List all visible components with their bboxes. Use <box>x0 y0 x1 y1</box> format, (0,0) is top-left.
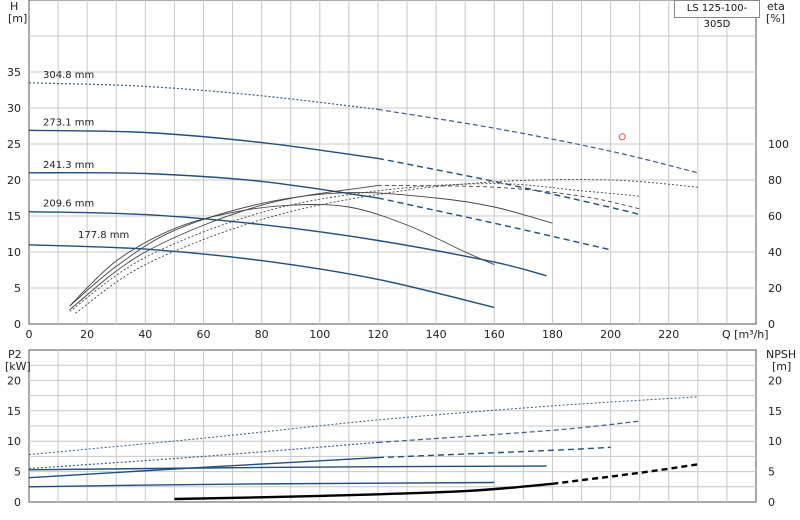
p2-tick-label: 5 <box>14 466 21 479</box>
npsh-axis-unit: [m] <box>772 360 791 373</box>
p2-tick-label: 20 <box>7 374 21 387</box>
npsh-curve-tail <box>552 463 698 485</box>
npsh-tick-label: 0 <box>768 496 775 509</box>
p2-axis-unit: [kW] <box>5 360 31 373</box>
power-curve-tail <box>377 420 640 443</box>
p2-tick-label: 10 <box>7 435 21 448</box>
top-plot: 0 20 40 60 80 100 120 140 160 180 200 2200510152025… <box>7 0 789 341</box>
q-tick-label: 20 <box>80 328 94 341</box>
head-curve <box>28 211 547 277</box>
q-tick-label: 220 <box>658 328 679 341</box>
q-tick-label: 60 <box>196 328 210 341</box>
h-tick-label: 5 <box>14 282 21 295</box>
impeller-diameter-label: 209.6 mm <box>43 199 94 210</box>
p2-tick-label: 15 <box>7 405 21 418</box>
impeller-diameter-label: 241.3 mm <box>43 160 94 171</box>
npsh-tick-label: 10 <box>768 435 782 448</box>
eta-tick-label: 40 <box>768 246 782 259</box>
q-tick-label: 40 <box>138 328 152 341</box>
h-tick-label: 25 <box>7 138 21 151</box>
npsh-tick-label: 15 <box>768 405 782 418</box>
pump-model-label: LS 125-100-305D <box>674 0 760 30</box>
bottom-series <box>28 396 698 501</box>
q-tick-label: 140 <box>426 328 447 341</box>
h-tick-label: 35 <box>7 66 21 79</box>
impeller-diameter-label: 177.8 mm <box>78 230 129 241</box>
q-tick-label: 0 <box>26 328 33 341</box>
p2-tick-label: 0 <box>14 496 21 509</box>
eta-tick-label: 80 <box>768 174 782 187</box>
impeller-diameter-label: 304.8 mm <box>43 70 94 81</box>
h-tick-label: 10 <box>7 246 21 259</box>
eta-tick-label: 0 <box>768 318 775 331</box>
eta-axis-unit: [%] <box>766 12 785 25</box>
power-curve <box>28 465 547 471</box>
npsh-curve <box>174 482 553 501</box>
q-tick-label: 120 <box>367 328 388 341</box>
q-tick-label: 180 <box>542 328 563 341</box>
top-grid <box>28 0 757 325</box>
top-ticks: 0 20 40 60 80 100 120 140 160 180 200 2200510152025… <box>7 66 789 341</box>
bottom-grid <box>28 349 757 503</box>
h-axis-unit: [m] <box>8 12 27 25</box>
pump-curve-chart: 0 20 40 60 80 100 120 140 160 180 200 2200510152025… <box>5 0 796 509</box>
eta-tick-label: 60 <box>768 210 782 223</box>
h-tick-label: 15 <box>7 210 21 223</box>
h-tick-label: 0 <box>14 318 21 331</box>
h-tick-label: 20 <box>7 174 21 187</box>
bottom-plot: 0510152005101520 P2 [kW] NPSH [m] <box>5 348 796 509</box>
npsh-tick-label: 20 <box>768 374 782 387</box>
eta-tick-label: 20 <box>768 282 782 295</box>
top-series <box>28 82 698 314</box>
q-tick-label: 100 <box>309 328 330 341</box>
efficiency-curve <box>69 183 640 312</box>
impeller-diameter-label: 273.1 mm <box>43 117 94 128</box>
top-frame <box>28 0 757 325</box>
h-tick-label: 30 <box>7 102 21 115</box>
q-tick-label: 80 <box>255 328 269 341</box>
q-tick-label: 200 <box>600 328 621 341</box>
duty-point-marker <box>618 133 626 141</box>
eta-tick-label: 100 <box>768 138 789 151</box>
q-tick-label: 160 <box>484 328 505 341</box>
head-curve-tail <box>377 108 698 174</box>
q-axis-label: Q [m³/h] <box>722 328 769 341</box>
npsh-tick-label: 5 <box>768 466 775 479</box>
efficiency-curve <box>75 179 698 314</box>
